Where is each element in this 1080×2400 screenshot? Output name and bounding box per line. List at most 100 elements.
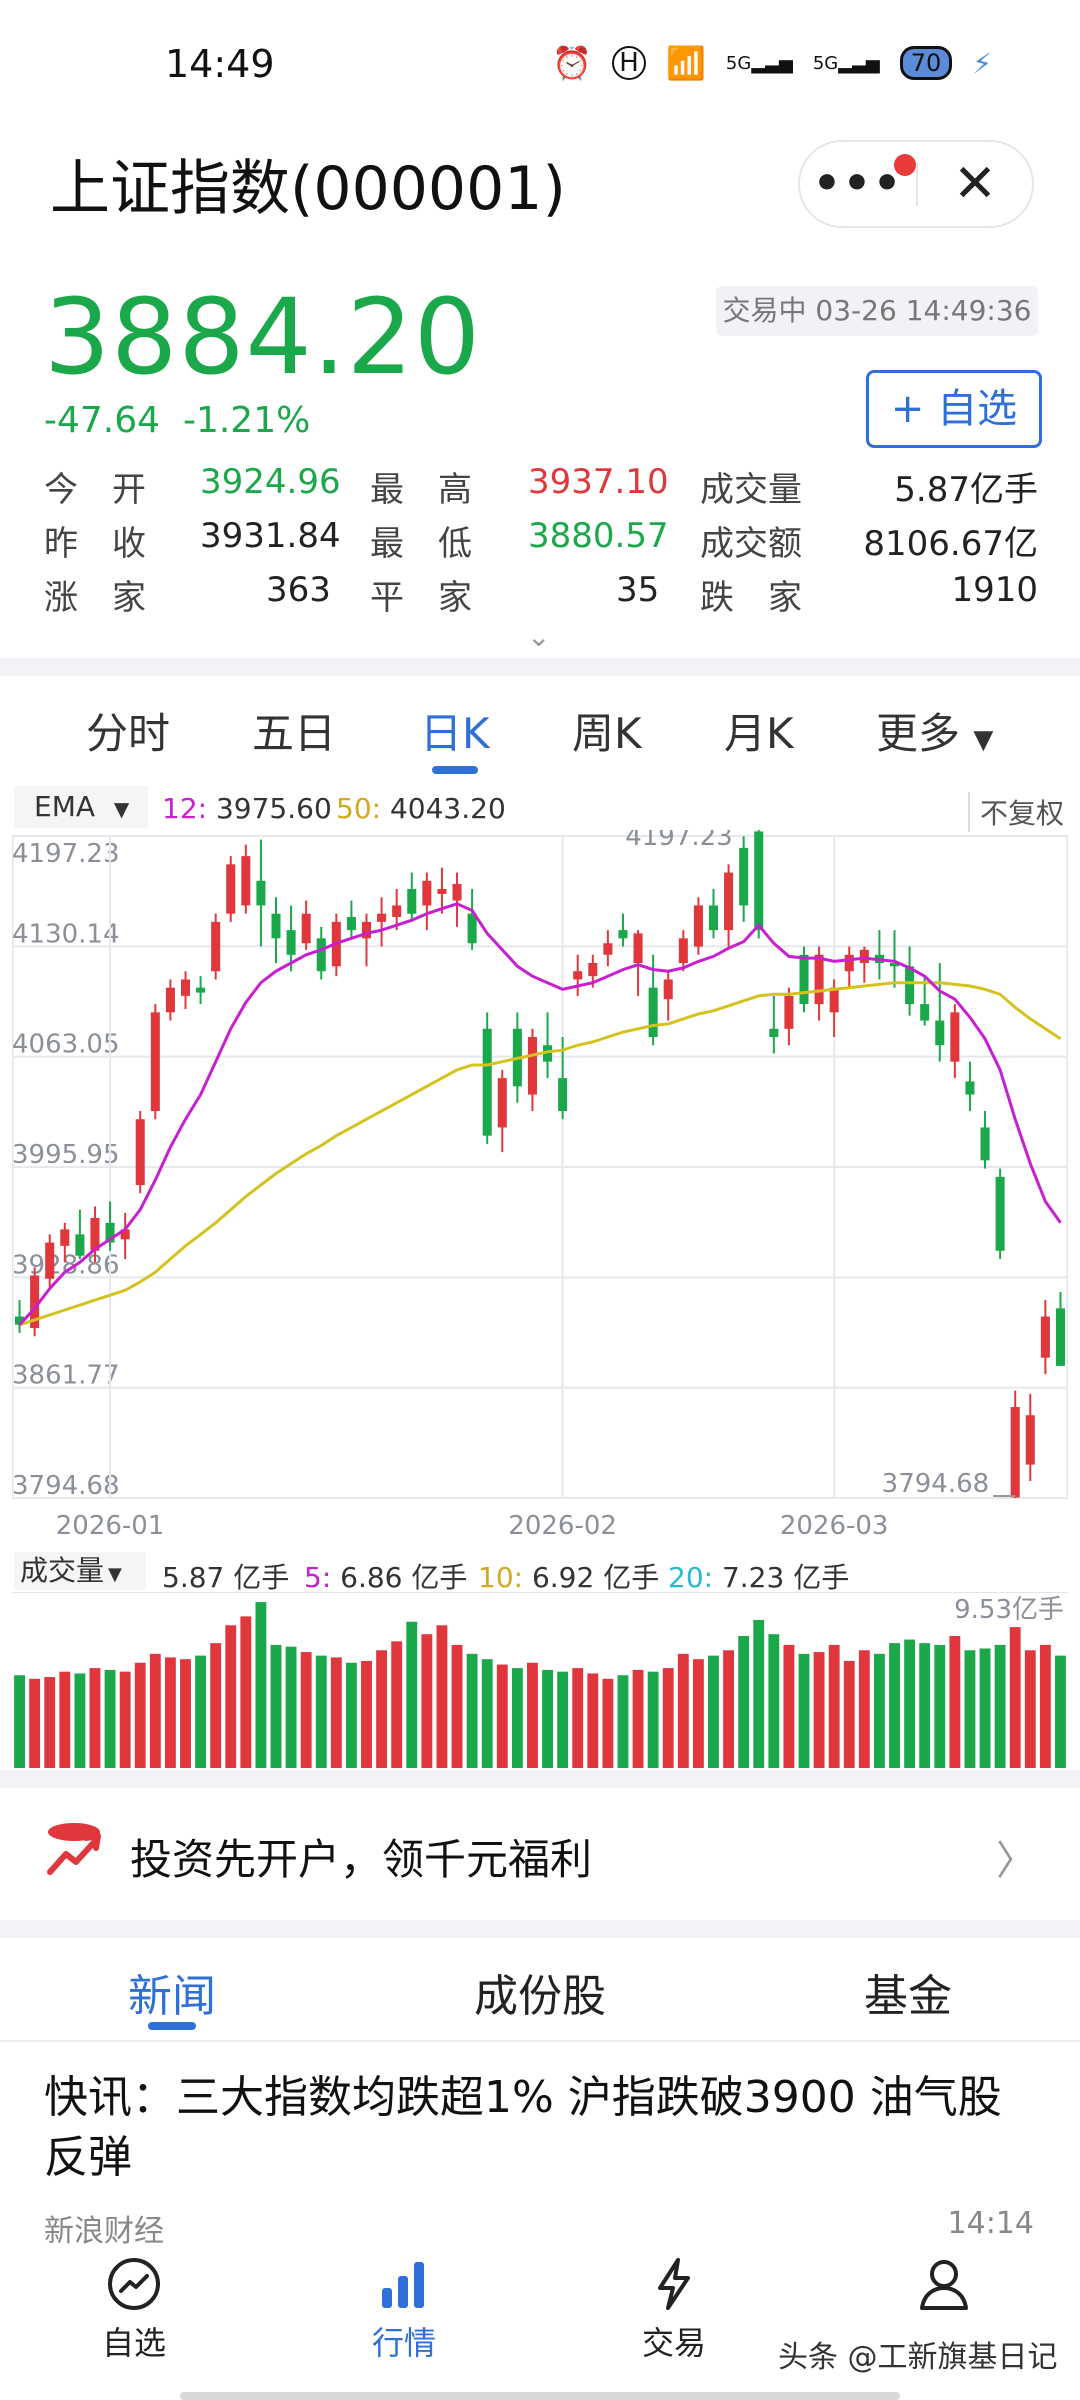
flat-count-value: 35 (616, 570, 660, 610)
candle-body (784, 995, 794, 1029)
user-icon (920, 2260, 968, 2310)
candle-body (437, 889, 447, 894)
volume-current: 5.87 亿手 (162, 1561, 290, 1594)
indicator-label: EMA (34, 790, 96, 823)
stats-row-2: 昨 收 3931.84 最 低 3880.57 成交额 8106.67亿 (44, 516, 1038, 570)
candle-body (226, 864, 236, 914)
close-button[interactable]: ✕ (918, 154, 1032, 214)
vol-ma20-label: 20: (668, 1561, 714, 1594)
network-label-2: 5G (812, 52, 839, 74)
candle-body (588, 963, 598, 977)
bottom-navigation: 自选 行情 交易 我的 (0, 2256, 1080, 2400)
volume-bar (587, 1673, 599, 1768)
volume-bar (345, 1662, 357, 1768)
volume-bar (753, 1619, 765, 1768)
min-price-label: 3794.68 (882, 1469, 990, 1499)
volume-bar (904, 1639, 916, 1768)
candle-body (950, 1012, 960, 1062)
open-label: 今 开 (44, 470, 146, 510)
news-item[interactable]: 快讯：三大指数均跌超1% 沪指跌破3900 油气股反弹 新浪财经 14:14 (44, 2068, 1034, 2249)
tab-minute[interactable]: 分时 (86, 700, 170, 761)
indicator-selector[interactable]: EMA ▼ (14, 786, 148, 828)
volume-bar (29, 1678, 41, 1768)
battery-level: 70 (910, 49, 942, 77)
trade-status: 交易中 03-26 14:49:36 (716, 286, 1038, 336)
more-icon: ••• (812, 158, 904, 209)
news-time: 14:14 (947, 2206, 1034, 2241)
vol-ma10-label: 10: (478, 1561, 524, 1594)
tab-news[interactable]: 新闻 (128, 1960, 216, 2024)
volume-bar (783, 1644, 795, 1768)
nav-label-market: 行情 (371, 2324, 436, 2362)
vol-ma5-label: 5: (304, 1561, 332, 1594)
tab-constituents[interactable]: 成份股 (474, 1960, 606, 2024)
signal-icon-1: 5G▂▃▅ (725, 52, 793, 74)
tab-funds[interactable]: 基金 (864, 1960, 952, 2024)
volume-bar (376, 1650, 388, 1768)
nav-trade[interactable]: 交易 (594, 2256, 754, 2364)
volume-legend: 成交量 ▼ 5.87 亿手 5: 6.86 亿手 10: 6.92 亿手 20: … (12, 1552, 1068, 1594)
section-divider (0, 1770, 1080, 1788)
tab-more[interactable]: 更多 ▼ (876, 700, 993, 761)
volume-bar (1055, 1655, 1066, 1768)
adjust-type-toggle[interactable]: 不复权 (967, 792, 1064, 832)
candle-body (467, 913, 477, 944)
tab-five-day[interactable]: 五日 (252, 700, 336, 761)
volume-bar (1039, 1644, 1051, 1768)
add-watchlist-button[interactable]: + 自选 (866, 370, 1042, 448)
news-headline: 快讯：三大指数均跌超1% 沪指跌破3900 油气股反弹 (44, 2072, 1002, 2183)
candle-body (663, 979, 673, 1000)
volume-bar (225, 1625, 237, 1768)
volume-bar (858, 1650, 870, 1768)
section-divider (0, 658, 1080, 676)
candle-body (150, 1012, 160, 1112)
candle-body (346, 916, 356, 931)
more-button[interactable]: ••• (800, 154, 916, 206)
expand-chevron-icon[interactable]: ⌄ (527, 620, 550, 653)
volume-bar (572, 1668, 584, 1768)
promo-banner[interactable]: 投资先开户，领千元福利 〉 (0, 1790, 1080, 1920)
volume-bar (466, 1653, 478, 1768)
volume-bar (527, 1662, 538, 1768)
change-value: -47.64 (44, 400, 161, 441)
nav-market[interactable]: 行情 (324, 2256, 484, 2364)
volume-bar (677, 1653, 689, 1768)
tab-daily-k[interactable]: 日K (420, 700, 490, 761)
y-tick-label: 3995.95 (12, 1140, 120, 1170)
candle-body (769, 1028, 779, 1038)
candle-body (905, 966, 915, 1005)
stats-row-1: 今 开 3924.96 最 高 3937.10 成交量 5.87亿手 (44, 462, 1038, 516)
candle-body (527, 1037, 537, 1095)
prev-close-value: 3931.84 (200, 516, 341, 556)
up-count-value: 363 (266, 570, 331, 610)
volume-chart[interactable]: 9.53亿手 (12, 1592, 1068, 1768)
ema12-value: 3975.60 (215, 792, 332, 825)
nav-watchlist[interactable]: 自选 (54, 2256, 214, 2364)
volume-bar (873, 1653, 885, 1768)
low-label: 最 低 (370, 524, 472, 564)
candlestick-chart[interactable]: 4197.234130.144063.053995.953928.863861.… (12, 830, 1068, 1550)
y-tick-label: 3794.68 (12, 1471, 120, 1501)
nav-label-watchlist: 自选 (101, 2324, 166, 2362)
candle-body (407, 889, 417, 914)
vol-ma5-value: 6.86 亿手 (340, 1561, 468, 1594)
volume-bar (662, 1668, 674, 1768)
volume-bar (481, 1659, 493, 1768)
volume-bar (195, 1655, 207, 1768)
volume-selector[interactable]: 成交量 ▼ (14, 1552, 146, 1590)
tab-weekly-k[interactable]: 周K (572, 700, 642, 761)
stats-row-3: 涨 家 363 平 家 35 跌 家 1910 (44, 570, 1038, 624)
caret-down-icon: ▼ (113, 797, 130, 821)
volume-bar (74, 1673, 86, 1768)
watermark-text: 头条 @工新旗基日记 (778, 2340, 1058, 2375)
candle-body (286, 930, 296, 955)
candle-body (135, 1119, 145, 1186)
y-tick-label: 4197.23 (12, 839, 120, 869)
wifi-icon: 📶 (666, 44, 706, 82)
volume-bar (14, 1675, 25, 1768)
volume-bar (768, 1634, 780, 1768)
prev-close-label: 昨 收 (44, 524, 146, 564)
volume-bar (692, 1659, 704, 1768)
tab-monthly-k[interactable]: 月K (724, 700, 794, 761)
volume-bar (708, 1655, 719, 1768)
